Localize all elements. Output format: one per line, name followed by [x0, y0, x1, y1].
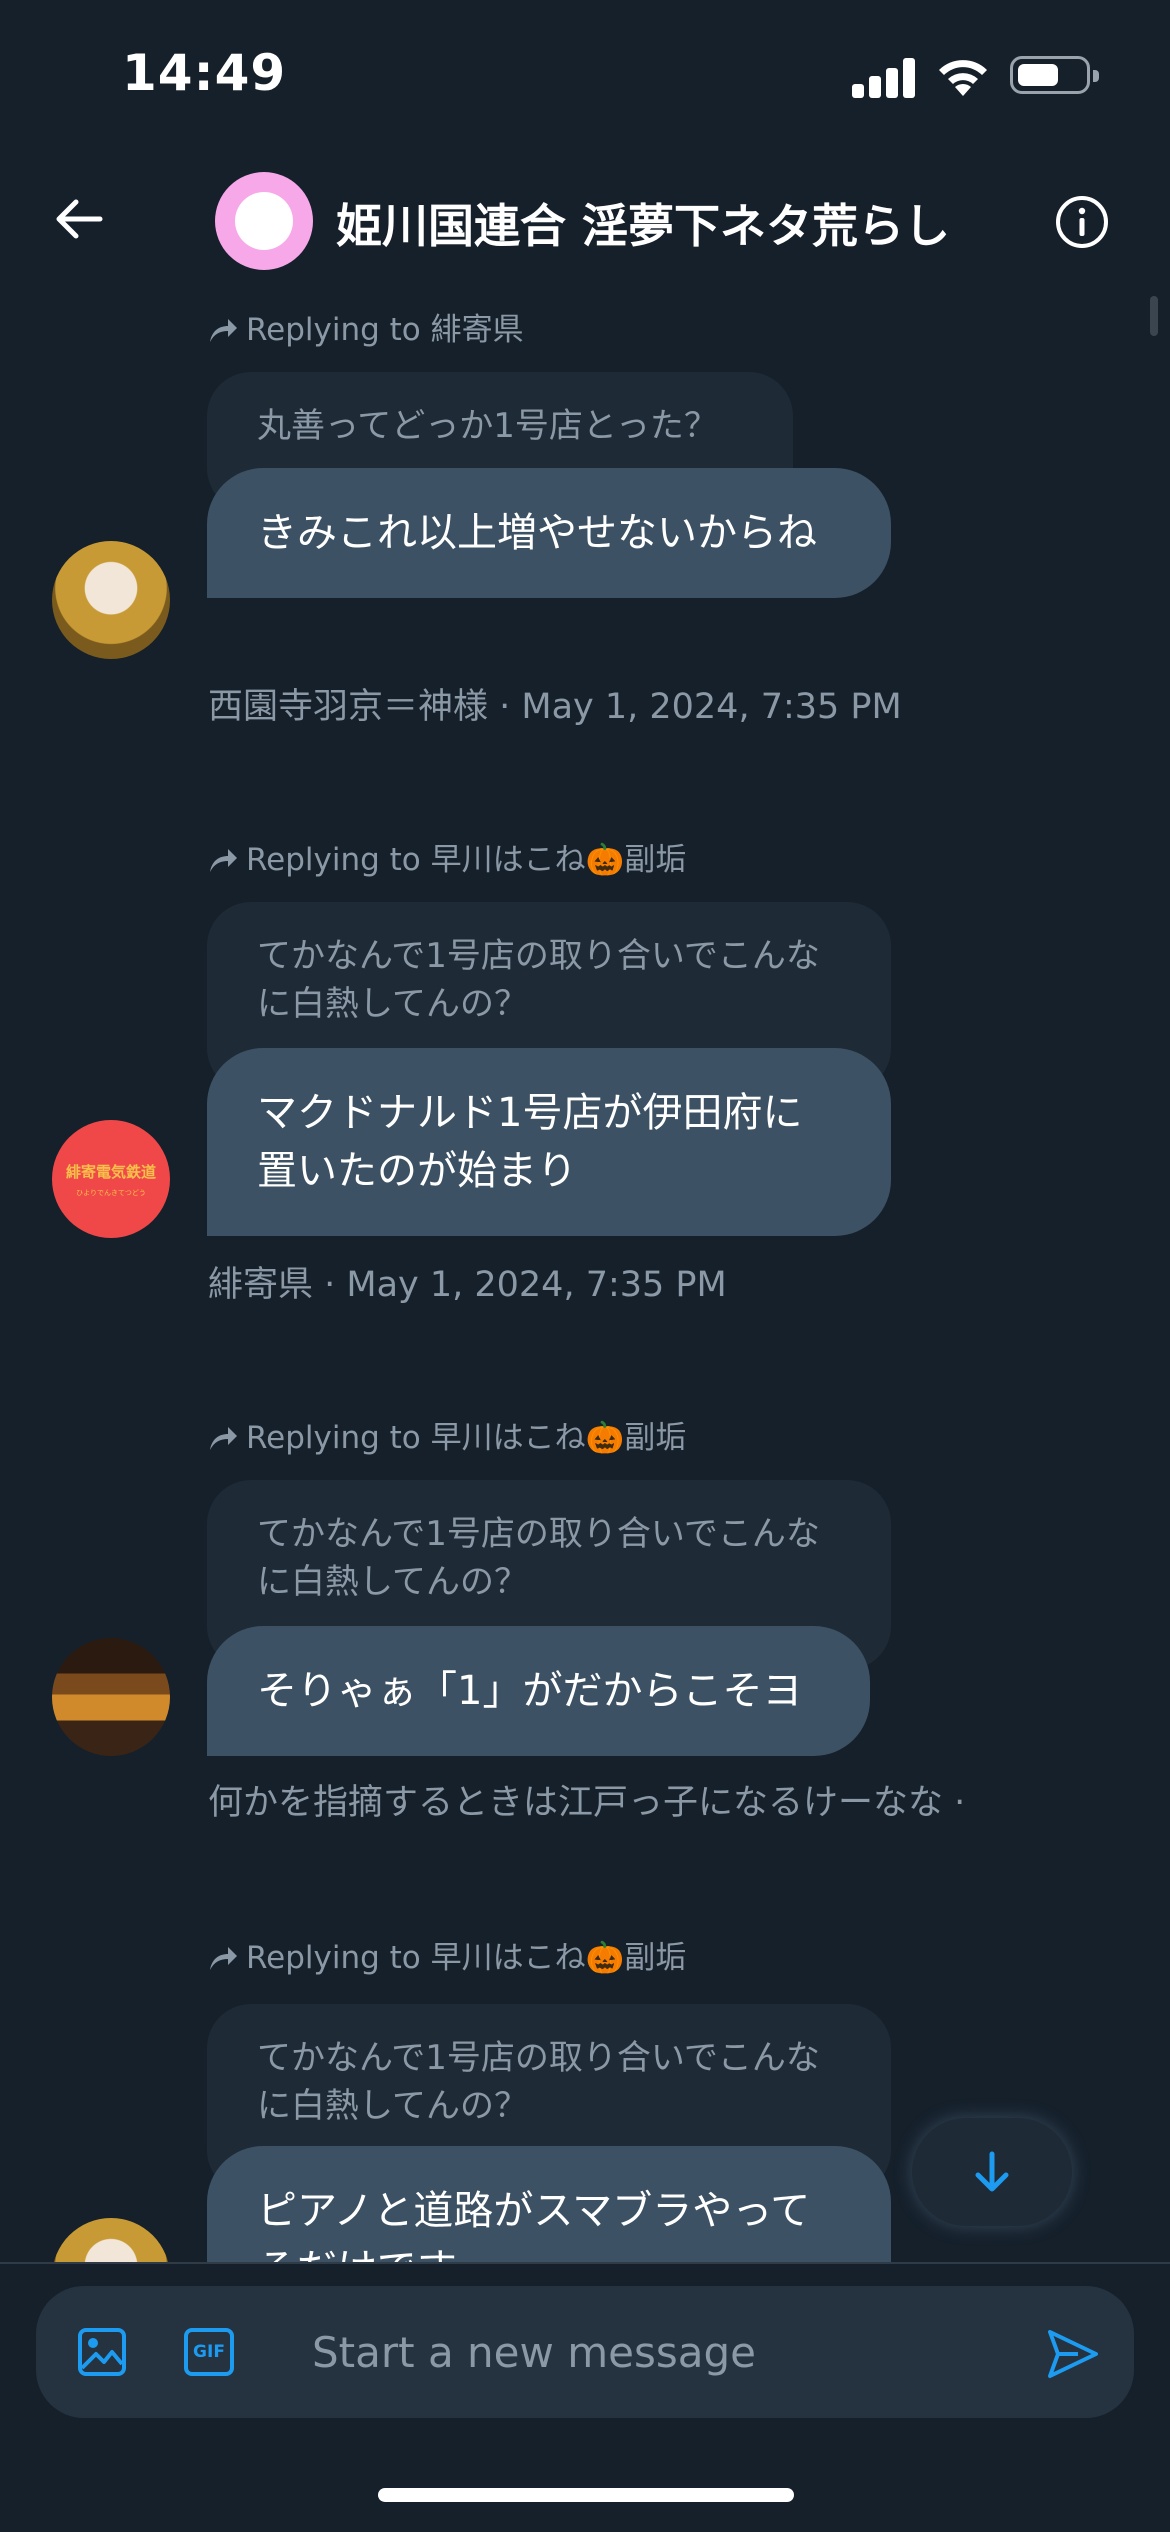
- reply-context: Replying to 緋寄県: [208, 304, 524, 349]
- avatar[interactable]: [52, 2218, 170, 2262]
- reply-arrow-icon: [210, 849, 237, 872]
- reply-to-name[interactable]: 早川はこね🎃副垢: [431, 1940, 687, 1976]
- reply-prefix: Replying to: [246, 312, 421, 348]
- reply-prefix: Replying to: [246, 1420, 421, 1456]
- reply-context: Replying to 早川はこね🎃副垢: [208, 1412, 686, 1457]
- message-bubble[interactable]: きみこれ以上増やせないからね: [207, 468, 891, 598]
- reply-prefix: Replying to: [246, 842, 421, 878]
- reply-context: Replying to 早川はこね🎃副垢: [208, 1932, 686, 1977]
- arrow-down-icon: [975, 2151, 1009, 2192]
- reply-prefix: Replying to: [246, 1940, 421, 1976]
- reply-context: Replying to 早川はこね🎃副垢: [208, 834, 686, 879]
- quoted-text: てかなんで1号店の取り合いでこんなに白熱してんの？: [257, 2038, 820, 2126]
- message-bubble[interactable]: そりゃぁ「1」がだからこそヨ: [207, 1626, 870, 1756]
- reply-arrow-icon: [210, 1427, 237, 1450]
- avatar[interactable]: [52, 1638, 170, 1756]
- image-icon[interactable]: [76, 2326, 128, 2378]
- reply-to-name[interactable]: 早川はこね🎃副垢: [431, 842, 687, 878]
- message-text: ピアノと道路がスマブラやってるだけです: [257, 2188, 811, 2262]
- message-item: Replying to 早川はこね🎃副垢 てかなんで1号店の取り合いでこんなに白…: [0, 834, 1170, 1314]
- message-bubble[interactable]: マクドナルド1号店が伊田府に置いたのが始まり: [207, 1048, 891, 1236]
- status-bar: 14:49: [0, 0, 1170, 150]
- message-text: マクドナルド1号店が伊田府に置いたのが始まり: [257, 1090, 803, 1194]
- avatar[interactable]: [52, 541, 170, 659]
- avatar-logo-subtext: ひよりでんきてつどう: [76, 1188, 146, 1197]
- conversation-header: 姫川国連合 淫夢下ネタ荒らし: [0, 150, 1170, 290]
- quoted-text: 丸善ってどっか1号店とった？: [257, 406, 718, 446]
- message-meta: 何かを指摘するときは江戸っ子になるけーなな ·: [208, 1783, 966, 1823]
- message-item: Replying to 緋寄県 丸善ってどっか1号店とった？ きみこれ以上増やせ…: [0, 304, 1170, 734]
- quoted-text: てかなんで1号店の取り合いでこんなに白熱してんの？: [257, 936, 820, 1024]
- group-avatar[interactable]: [215, 172, 313, 270]
- info-icon[interactable]: [1054, 194, 1110, 250]
- back-arrow-icon[interactable]: [50, 190, 108, 248]
- message-text: そりゃぁ「1」がだからこそヨ: [257, 1668, 803, 1714]
- wifi-icon: [939, 60, 987, 96]
- scroll-to-bottom-button[interactable]: [912, 2118, 1072, 2226]
- message-meta: 緋寄県 · May 1, 2024, 7:35 PM: [208, 1265, 727, 1305]
- message-meta: 西園寺羽京＝神様 · May 1, 2024, 7:35 PM: [208, 687, 902, 727]
- avatar[interactable]: 緋寄電気鉄道 ひよりでんきてつどう: [52, 1120, 170, 1238]
- reply-arrow-icon: [210, 319, 237, 342]
- quoted-text: てかなんで1号店の取り合いでこんなに白熱してんの？: [257, 1514, 820, 1602]
- avatar-logo-text: 緋寄電気鉄道: [65, 1162, 156, 1181]
- message-composer: GIF: [36, 2286, 1134, 2418]
- conversation-title[interactable]: 姫川国連合 淫夢下ネタ荒らし: [336, 190, 950, 256]
- cellular-signal-icon: [852, 58, 916, 98]
- message-bubble[interactable]: ピアノと道路がスマブラやってるだけです: [207, 2146, 891, 2262]
- status-time: 14:49: [122, 44, 287, 102]
- message-item: Replying to 早川はこね🎃副垢 てかなんで1号店の取り合いでこんなに白…: [0, 1412, 1170, 1832]
- send-icon[interactable]: [1044, 2326, 1100, 2382]
- gif-button[interactable]: GIF: [184, 2328, 234, 2376]
- reply-to-name[interactable]: 緋寄県: [431, 312, 524, 348]
- reply-to-name[interactable]: 早川はこね🎃副垢: [431, 1420, 687, 1456]
- reply-arrow-icon: [210, 1947, 237, 1970]
- home-indicator[interactable]: [378, 2488, 794, 2502]
- battery-icon: [1010, 56, 1099, 94]
- message-input[interactable]: [312, 2320, 1032, 2384]
- message-text: きみこれ以上増やせないからね: [257, 510, 817, 556]
